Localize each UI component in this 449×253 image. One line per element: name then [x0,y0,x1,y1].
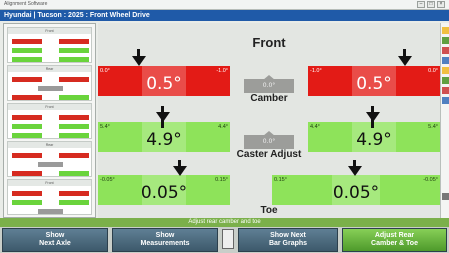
toolbar-icon[interactable] [442,67,449,74]
pointer-icon [398,56,412,66]
toe-right-gauge: 0.15° -0.05° 0.05° [272,175,440,205]
mini-bar [12,124,42,129]
mini-bar [38,86,63,91]
mini-panel-front[interactable]: Front [7,27,92,63]
caster-title: Caster Adjust [236,149,302,160]
mini-bar [12,48,42,53]
caster-left-gauge: 5.4° 4.4° 4.9° [98,122,230,152]
maximize-button[interactable]: □ [427,1,435,8]
mini-panel-label: Front [8,28,91,34]
mini-bar [38,162,63,167]
softkey-line2: Measurements [140,240,190,247]
bargraph-thumbnail-panel: Front Rear Front Rear Front [3,23,96,218]
toe-right-value: 0.05° [332,183,380,203]
mini-bar [59,133,89,138]
camber-right-gauge: -1.0° 0.0° 0.5° [308,66,440,96]
mini-bar [59,191,89,196]
softkey-line2: Next Axle [39,240,71,247]
mini-bar [38,209,63,214]
mini-bar [12,171,42,176]
mini-bar [12,133,42,138]
caster-cross-value: 0.0° [244,131,294,149]
alignment-readings-panel: Front 0.0° -1.0° 0.5° -1.0° 0.0° 0.5° 0.… [98,23,440,218]
caster-right-value: 4.9° [356,130,392,150]
toolbar-icon[interactable] [442,47,449,54]
mini-panel-front-2[interactable]: Front [7,103,92,139]
mini-bar [12,77,42,82]
app-name: Alignment Software [4,1,48,7]
mini-bar [59,153,89,158]
mini-panel-label: Front [8,104,91,110]
show-next-bar-graphs-button[interactable]: Show Next Bar Graphs [238,228,338,252]
toolbar-icon[interactable] [442,37,449,44]
mini-bar [59,200,89,205]
show-next-axle-button[interactable]: Show Next Axle [2,228,108,252]
mini-bar [12,115,42,120]
mini-panel-label: Rear [8,142,91,148]
mini-bar [59,95,89,100]
toe-left-gauge: -0.05° 0.15° 0.05° [98,175,230,205]
camber-cross-value: 0.0° [244,75,294,93]
mini-panel-front-3[interactable]: Front [7,179,92,215]
pointer-icon [156,112,170,122]
pointer-icon [173,166,187,176]
toolbar-icon[interactable] [442,87,449,94]
mini-bar [59,115,89,120]
toolbar-icon[interactable] [442,97,449,104]
mini-bar [12,39,42,44]
alignment-window: Alignment Software – □ × Hyundai | Tucso… [0,0,449,253]
softkey-line2: Camber & Toe [371,240,418,247]
pointer-icon [366,112,380,122]
keyboard-icon[interactable] [222,229,234,249]
camber-title: Camber [250,93,288,104]
softkey-line1: Show [45,232,65,239]
softkey-line1: Adjust Rear [374,232,415,239]
mini-bar [59,124,89,129]
toolbar-icon[interactable] [442,77,449,84]
mini-bar [59,48,89,53]
toe-title: Toe [260,205,278,216]
softkey-bar: Show Next Axle Show Measurements Show Ne… [0,227,449,253]
softkey-line1: Show [155,232,175,239]
mini-bar [12,153,42,158]
camber-left-gauge: 0.0° -1.0° 0.5° [98,66,230,96]
axle-title: Front [252,35,286,50]
status-message: Adjust rear camber and toe [0,218,449,227]
mini-bar [12,191,42,196]
show-measurements-button[interactable]: Show Measurements [112,228,218,252]
pointer-icon [132,56,146,66]
title-bar: Alignment Software – □ × [0,0,449,10]
toolbar-icon[interactable] [442,193,449,200]
camber-right-value: 0.5° [356,74,392,94]
mini-bar [12,57,42,62]
toe-left-value: 0.05° [140,183,188,203]
toolbar-icon[interactable] [442,57,449,64]
mini-panel-rear-2[interactable]: Rear [7,141,92,177]
caster-left-value: 4.9° [146,130,182,150]
pointer-icon [348,166,362,176]
close-button[interactable]: × [437,1,445,8]
right-toolbar [440,23,449,218]
mini-bar [59,77,89,82]
mini-bar [59,171,89,176]
adjust-rear-camber-toe-button[interactable]: Adjust Rear Camber & Toe [342,228,447,252]
mini-bar [59,39,89,44]
mini-panel-label: Front [8,180,91,186]
vehicle-info-bar: Hyundai | Tucson : 2025 : Front Wheel Dr… [0,10,449,21]
mini-panel-label: Rear [8,66,91,72]
softkey-line1: Show Next [270,232,306,239]
minimize-button[interactable]: – [417,1,425,8]
softkey-line2: Bar Graphs [268,240,308,247]
mini-panel-rear[interactable]: Rear [7,65,92,101]
toolbar-icon[interactable] [442,27,449,34]
mini-bar [59,57,89,62]
camber-left-value: 0.5° [146,74,182,94]
mini-bar [12,95,42,100]
mini-bar [12,200,42,205]
caster-right-gauge: 4.4° 5.4° 4.9° [308,122,440,152]
